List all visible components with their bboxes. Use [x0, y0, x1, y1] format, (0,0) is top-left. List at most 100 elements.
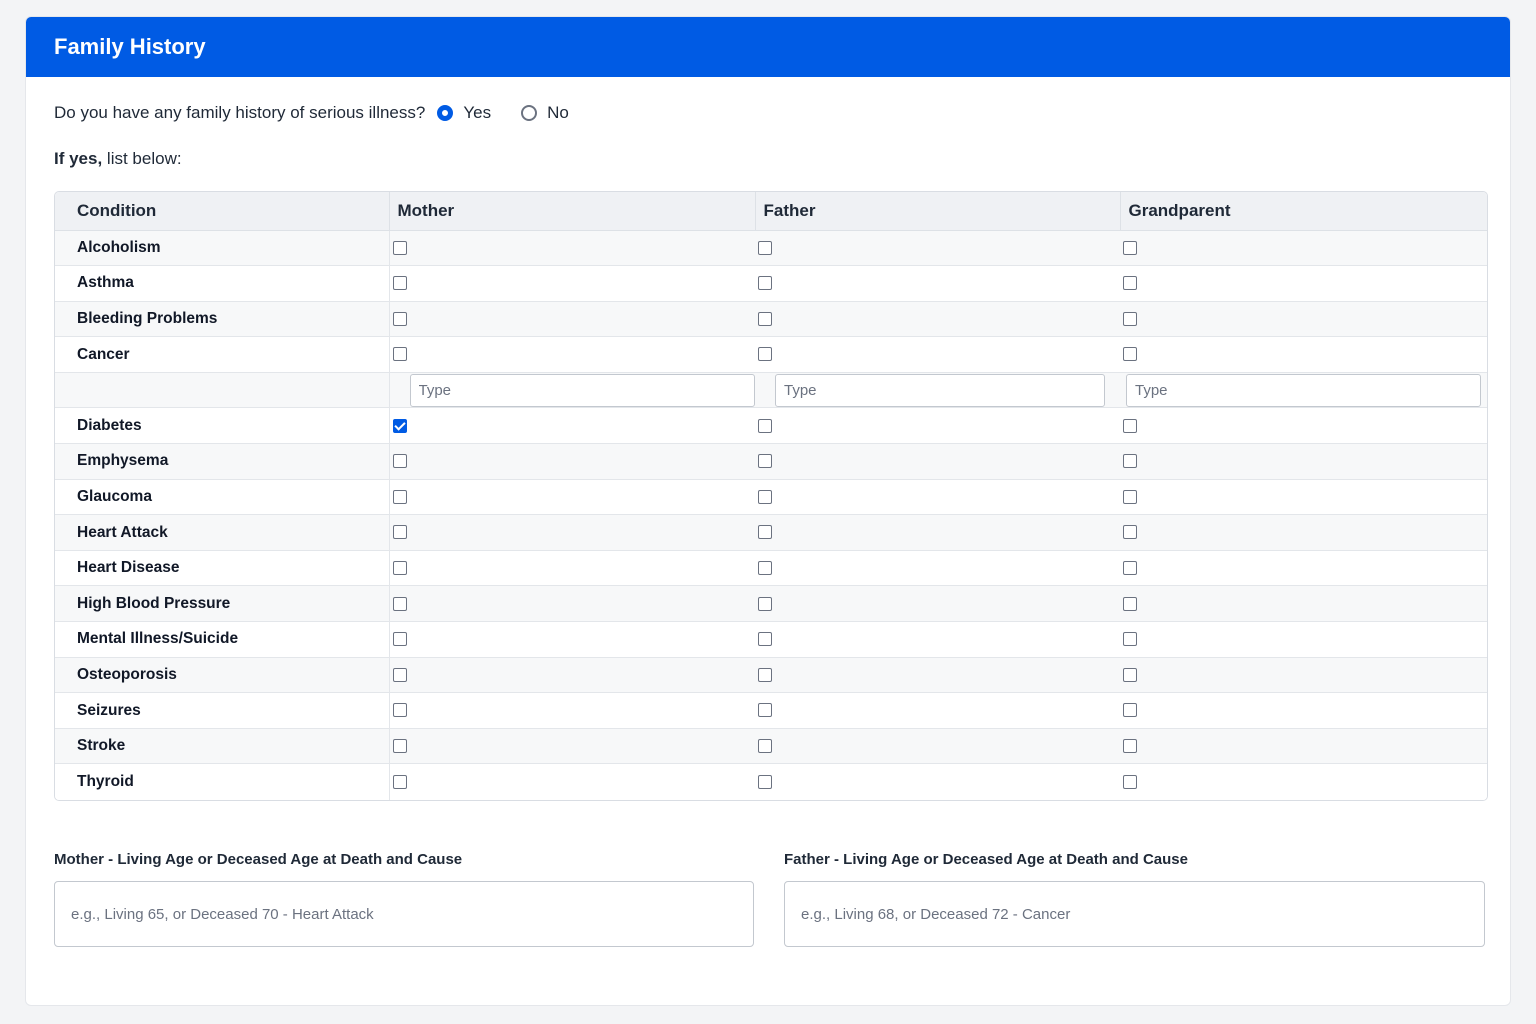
table-row: Heart Attack	[55, 514, 1487, 551]
radio-yes-label: Yes	[463, 103, 492, 122]
grandparent-cancer-type-cell	[1120, 372, 1487, 409]
radio-no-circle[interactable]	[521, 105, 538, 121]
grandparent-cell	[1120, 479, 1487, 516]
father-cancer-type-cell	[755, 372, 1120, 409]
table-row: Seizures	[55, 692, 1487, 729]
father-checkbox[interactable]	[758, 774, 772, 789]
condition-name: Emphysema	[55, 443, 390, 480]
grandparent-checkbox[interactable]	[1123, 561, 1137, 576]
father-age-label: Father - Living Age or Deceased Age at D…	[784, 851, 1188, 868]
father-checkbox[interactable]	[758, 667, 772, 682]
father-checkbox[interactable]	[758, 240, 772, 255]
father-cancer-type-input[interactable]	[775, 373, 1105, 407]
mother-cell	[389, 265, 755, 302]
grandparent-checkbox[interactable]	[1123, 240, 1137, 255]
grandparent-checkbox[interactable]	[1123, 454, 1137, 469]
father-checkbox[interactable]	[758, 561, 772, 576]
conditions-table-wrapper: Condition Mother Father Grandparent Alco…	[54, 191, 1488, 801]
father-checkbox[interactable]	[758, 276, 772, 291]
mother-checkbox[interactable]	[392, 276, 407, 291]
father-cell	[755, 479, 1120, 516]
table-row: Mental Illness/Suicide	[55, 621, 1487, 658]
card-header: Family History	[26, 17, 1510, 77]
grandparent-checkbox[interactable]	[1123, 347, 1137, 362]
grandparent-checkbox[interactable]	[1123, 774, 1137, 789]
father-checkbox[interactable]	[758, 525, 772, 540]
father-checkbox[interactable]	[758, 489, 772, 504]
condition-name: Stroke	[55, 728, 390, 765]
father-checkbox[interactable]	[758, 311, 772, 326]
condition-name: Seizures	[55, 692, 390, 729]
radio-no[interactable]: No	[521, 103, 569, 123]
mother-checkbox[interactable]	[392, 454, 407, 469]
father-checkbox[interactable]	[758, 454, 772, 469]
mother-checkbox[interactable]	[392, 561, 407, 576]
grandparent-cell	[1120, 443, 1487, 480]
radio-yes[interactable]: Yes	[437, 103, 491, 123]
mother-checkbox[interactable]	[392, 739, 407, 754]
radio-yes-circle[interactable]	[437, 105, 454, 121]
grandparent-checkbox[interactable]	[1123, 525, 1137, 540]
radio-no-label: No	[547, 103, 569, 122]
mother-cell	[389, 443, 755, 480]
father-cell	[755, 763, 1120, 800]
mother-cell	[389, 336, 755, 373]
mother-checkbox[interactable]	[392, 418, 407, 433]
mother-cell	[389, 230, 755, 267]
grandparent-cell	[1120, 657, 1487, 694]
grandparent-checkbox[interactable]	[1123, 703, 1137, 718]
grandparent-cell	[1120, 763, 1487, 800]
father-age-input[interactable]	[784, 881, 1485, 947]
mother-checkbox[interactable]	[392, 596, 407, 611]
mother-cell	[389, 621, 755, 658]
table-row: Diabetes	[55, 407, 1487, 445]
grandparent-checkbox[interactable]	[1123, 667, 1137, 682]
father-cell	[755, 265, 1120, 302]
father-cell	[755, 443, 1120, 480]
grandparent-cancer-type-input[interactable]	[1126, 373, 1481, 407]
grandparent-checkbox[interactable]	[1123, 418, 1137, 433]
mother-checkbox[interactable]	[392, 703, 407, 718]
table-row: Thyroid	[55, 763, 1487, 800]
mother-checkbox[interactable]	[392, 774, 407, 789]
grandparent-cell	[1120, 514, 1487, 551]
mother-checkbox[interactable]	[392, 489, 407, 504]
if-yes-bold: If yes,	[54, 149, 103, 168]
table-row: Heart Disease	[55, 550, 1487, 587]
mother-cell	[389, 692, 755, 729]
condition-name: Asthma	[55, 265, 390, 302]
grandparent-checkbox[interactable]	[1123, 632, 1137, 647]
father-checkbox[interactable]	[758, 739, 772, 754]
father-checkbox[interactable]	[758, 418, 772, 433]
grandparent-checkbox[interactable]	[1123, 739, 1137, 754]
grandparent-cell	[1120, 585, 1487, 623]
mother-checkbox[interactable]	[392, 632, 407, 647]
conditions-table-body: AlcoholismAsthmaBleeding ProblemsCancer D…	[55, 230, 1487, 800]
father-cell	[755, 657, 1120, 694]
condition-name: Heart Disease	[55, 550, 390, 587]
grandparent-checkbox[interactable]	[1123, 489, 1137, 504]
grandparent-checkbox[interactable]	[1123, 311, 1137, 326]
father-checkbox[interactable]	[758, 347, 772, 362]
mother-age-input[interactable]	[54, 881, 754, 947]
mother-cell	[389, 301, 755, 338]
mother-checkbox[interactable]	[392, 525, 407, 540]
grandparent-checkbox[interactable]	[1123, 596, 1137, 611]
father-checkbox[interactable]	[758, 596, 772, 611]
mother-checkbox[interactable]	[392, 347, 407, 362]
father-checkbox[interactable]	[758, 632, 772, 647]
table-row: High Blood Pressure	[55, 585, 1487, 623]
mother-cell	[389, 763, 755, 800]
condition-name: Cancer	[55, 336, 390, 373]
mother-cancer-type-input[interactable]	[409, 373, 755, 407]
grandparent-checkbox[interactable]	[1123, 276, 1137, 291]
mother-cell	[389, 550, 755, 587]
mother-checkbox[interactable]	[392, 240, 407, 255]
mother-cell	[389, 514, 755, 551]
mother-checkbox[interactable]	[392, 311, 407, 326]
grandparent-cell	[1120, 407, 1487, 445]
mother-checkbox[interactable]	[392, 667, 407, 682]
table-header-row: Condition Mother Father Grandparent	[55, 192, 1487, 231]
father-checkbox[interactable]	[758, 703, 772, 718]
father-cell	[755, 550, 1120, 587]
